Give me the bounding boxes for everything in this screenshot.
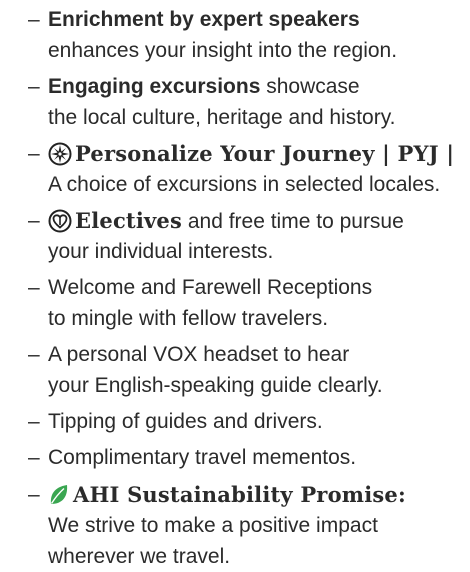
compass-heart-icon [48,209,72,233]
item-description: your individual interests. [48,240,274,263]
bullet-dash: – [28,75,40,98]
bullet-dash: – [28,446,40,469]
item-text: Welcome and Farewell Receptions [48,276,373,299]
bullet-dash: – [28,410,40,433]
bullet-dash: – [28,483,40,506]
item-highlight: AHI Sustainability Promise: [73,482,406,507]
item-highlight: Enrichment by expert speakers [48,8,360,31]
bullet-dash: – [28,343,40,366]
item-highlight: Personalize Your Journey | PYJ | [75,141,455,166]
bullet-dash: – [28,276,40,299]
item-text: showcase [260,75,360,98]
item-description: enhances your insight into the region. [48,39,398,62]
bullet-dash: – [28,209,40,232]
item-description-continued: wherever we travel. [48,545,231,568]
item-description: your English-speaking guide clearly. [48,374,383,397]
bullet-dash: – [28,8,40,31]
bullet-dash: – [28,142,40,165]
item-description: to mingle with fellow travelers. [48,307,329,330]
item-description: We strive to make a positive impact [48,514,378,537]
item-highlight: Electives [75,208,182,233]
item-description: the local culture, heritage and history. [48,106,396,129]
item-text: A personal VOX headset to hear [48,343,350,366]
item-text: Tipping of guides and drivers. [48,410,323,433]
item-text: Complimentary travel mementos. [48,446,357,469]
item-text: and free time to pursue [182,210,404,233]
leaf-icon [48,483,70,507]
compass-star-icon [48,142,72,166]
item-highlight: Engaging excursions [48,75,261,98]
item-description: A choice of excursions in selected local… [48,173,441,196]
